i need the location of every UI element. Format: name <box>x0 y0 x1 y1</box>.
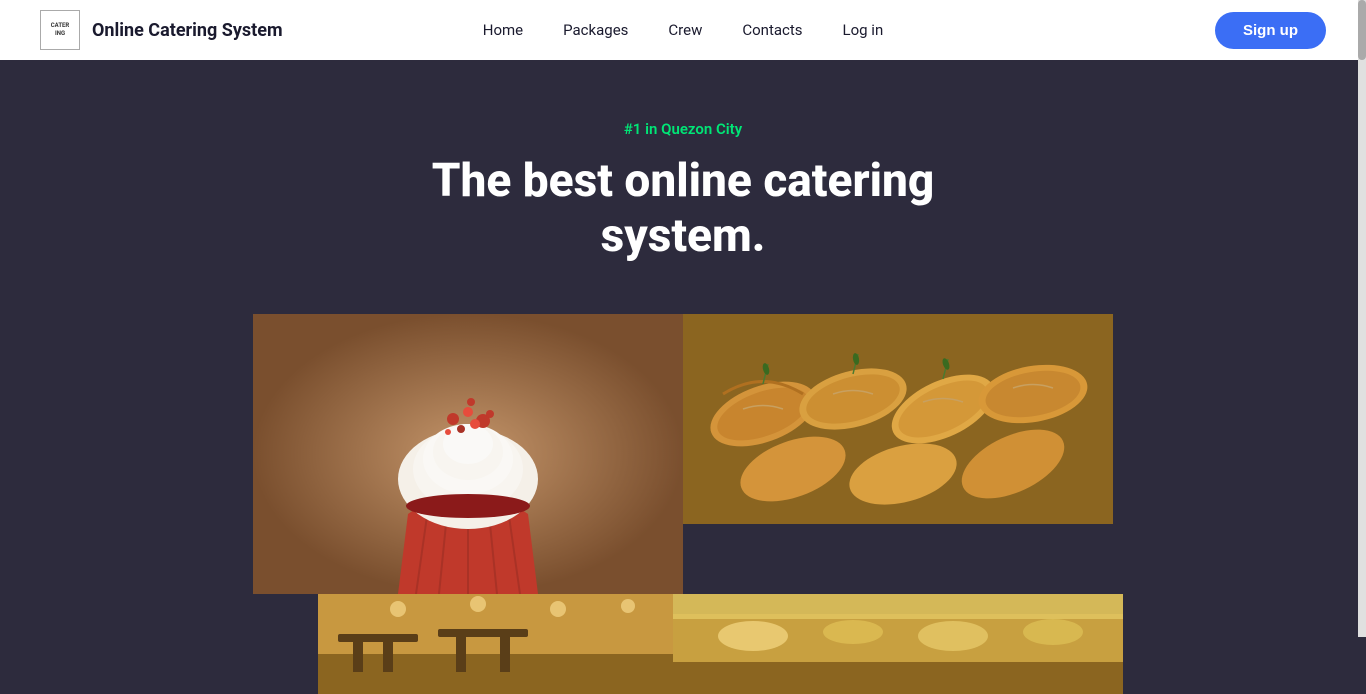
signup-button[interactable]: Sign up <box>1215 12 1326 49</box>
hero-tagline: #1 in Quezon City <box>624 120 742 138</box>
scrollbar-thumb[interactable] <box>1358 0 1366 60</box>
hero-title-line1: The best online catering <box>432 154 935 208</box>
interior-image <box>318 594 673 694</box>
nav-link-packages[interactable]: Packages <box>563 21 628 39</box>
cupcake-svg <box>253 314 683 594</box>
cupcake-image <box>253 314 683 594</box>
image-grid <box>0 314 1366 694</box>
croissants-image <box>683 314 1113 524</box>
navbar-actions: Sign up <box>1215 12 1326 49</box>
interior-svg <box>318 594 673 694</box>
table-svg <box>673 594 1123 694</box>
scrollbar[interactable] <box>1358 0 1366 637</box>
hero-section: #1 in Quezon City The best online cateri… <box>0 60 1366 284</box>
nav-link-contacts[interactable]: Contacts <box>742 21 802 39</box>
hero-title-line2: system. <box>601 209 766 263</box>
nav-link-crew[interactable]: Crew <box>668 21 702 39</box>
nav-link-home[interactable]: Home <box>483 21 523 39</box>
logo-icon: CATER ING <box>40 10 80 50</box>
brand-name: Online Catering System <box>92 20 283 41</box>
navbar-links: Home Packages Crew Contacts Log in <box>483 21 883 39</box>
table-image <box>673 594 1123 694</box>
nav-link-login[interactable]: Log in <box>843 21 884 39</box>
croissants-svg <box>683 314 1113 524</box>
logo-text: CATER ING <box>51 22 70 38</box>
navbar: CATER ING Online Catering System Home Pa… <box>0 0 1366 60</box>
navbar-brand: CATER ING Online Catering System <box>40 10 283 50</box>
hero-title: The best online catering system. <box>432 154 935 264</box>
